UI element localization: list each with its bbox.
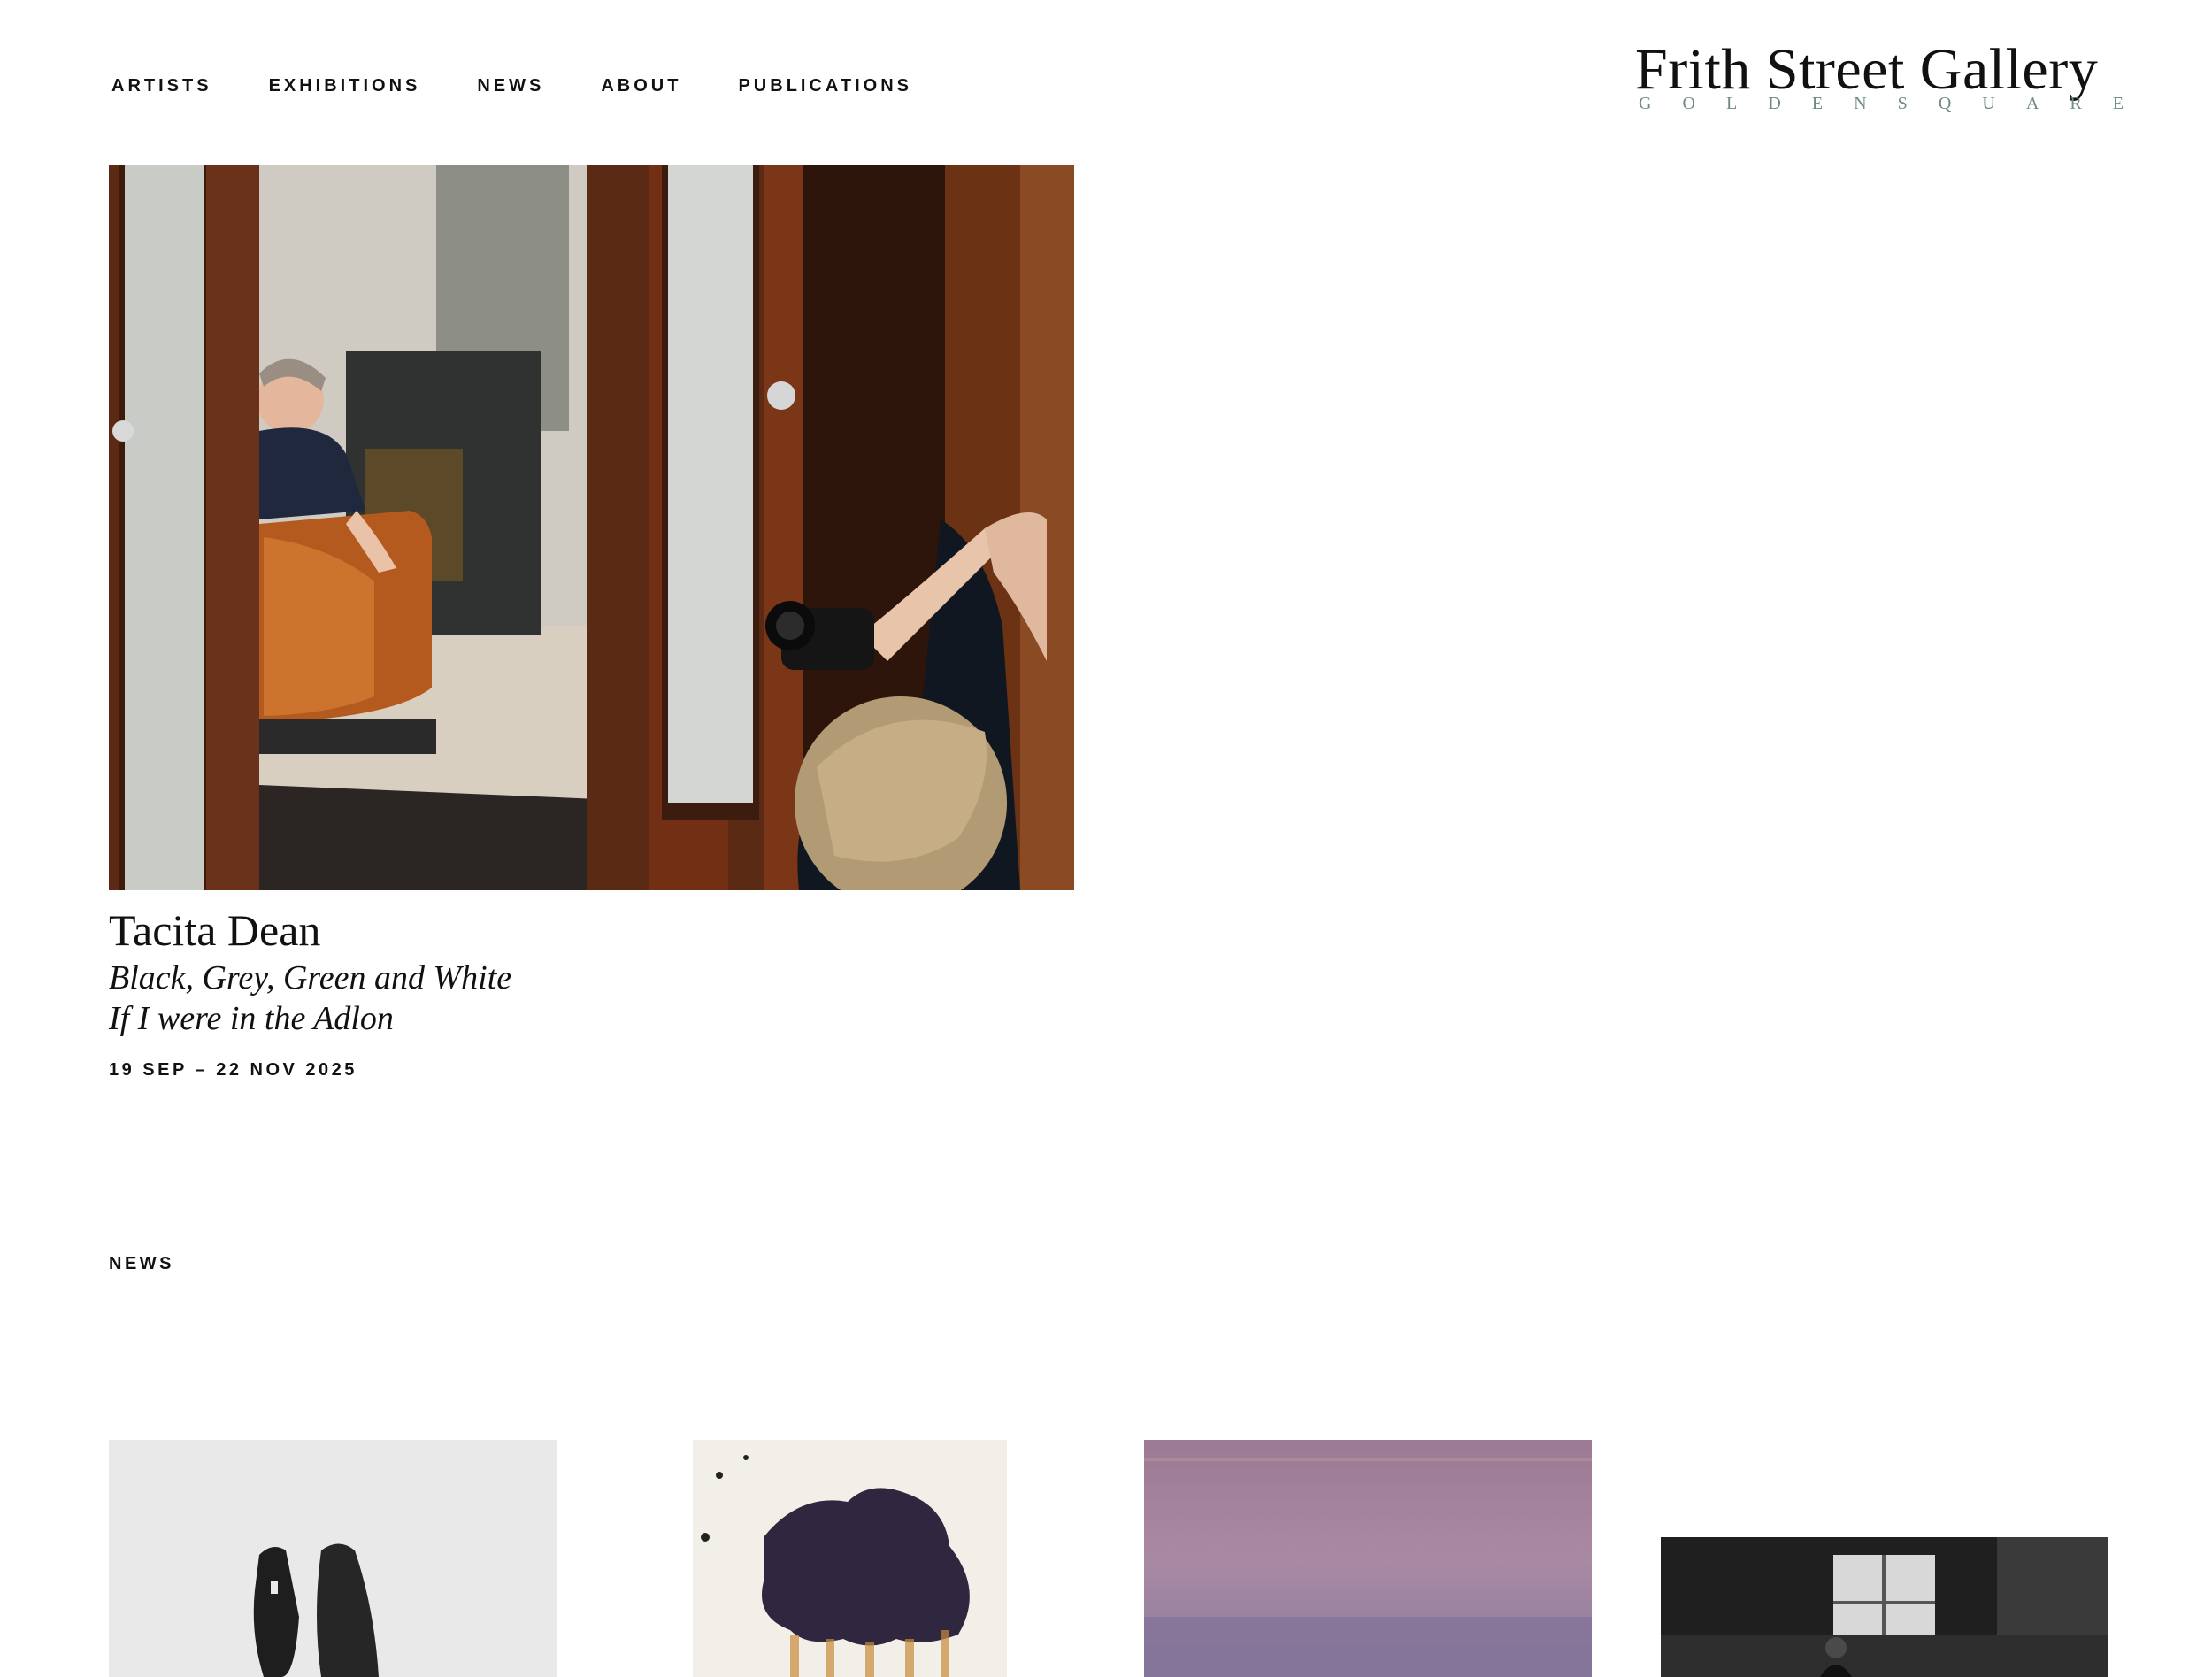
- logo-subtitle-letter: R: [2070, 94, 2082, 113]
- logo-subtitle-letter: G: [1639, 94, 1652, 113]
- gallery-logo[interactable]: Frith Street Gallery G O L D E N S Q U A…: [1635, 35, 2124, 114]
- feature-title-line: Black, Grey, Green and White: [109, 959, 512, 996]
- news-thumb-illustration: [693, 1440, 1007, 1677]
- logo-subtitle-letter: O: [1682, 94, 1695, 113]
- logo-subtitle-letter: E: [1811, 94, 1824, 113]
- logo-subtitle-letter: S: [1897, 94, 1908, 113]
- logo-subtitle-letter: D: [1768, 94, 1781, 113]
- logo-subtitle-letter: A: [2025, 94, 2039, 113]
- feature-exhibition-titles[interactable]: Black, Grey, Green and White If I were i…: [109, 958, 511, 1039]
- feature-artist-name[interactable]: Tacita Dean: [109, 904, 320, 956]
- news-thumb-illustration: [1661, 1537, 2108, 1677]
- news-section-heading: NEWS: [109, 1254, 174, 1273]
- feature-exhibition-dates: 19 SEP – 22 NOV 2025: [109, 1060, 357, 1080]
- news-item-image[interactable]: [1144, 1440, 1592, 1677]
- news-item-image[interactable]: [693, 1440, 1007, 1677]
- news-thumb-illustration: [1144, 1440, 1592, 1677]
- nav-news-link[interactable]: NEWS: [477, 76, 544, 96]
- main-navigation: ARTISTS EXHIBITIONS NEWS ABOUT PUBLICATI…: [111, 76, 912, 96]
- logo-subtitle-letter: N: [1854, 94, 1867, 113]
- news-item-image[interactable]: [1661, 1537, 2108, 1677]
- news-item-image[interactable]: [109, 1440, 557, 1677]
- feature-title-line: If I were in the Adlon: [109, 1000, 394, 1037]
- logo-subtitle-letter: U: [1982, 94, 1995, 113]
- logo-subtitle-letter: E: [2112, 94, 2124, 113]
- feature-photo-illustration: [109, 165, 1074, 890]
- logo-wordmark: Frith Street Gallery: [1635, 37, 2099, 102]
- logo-subtitle-letter: Q: [1938, 94, 1952, 113]
- nav-artists-link[interactable]: ARTISTS: [111, 76, 212, 96]
- feature-exhibition-image[interactable]: [109, 165, 1074, 890]
- logo-subtitle-letter: L: [1726, 94, 1738, 113]
- nav-about-link[interactable]: ABOUT: [601, 76, 681, 96]
- nav-exhibitions-link[interactable]: EXHIBITIONS: [269, 76, 421, 96]
- nav-publications-link[interactable]: PUBLICATIONS: [738, 76, 912, 96]
- news-thumb-illustration: [109, 1440, 557, 1677]
